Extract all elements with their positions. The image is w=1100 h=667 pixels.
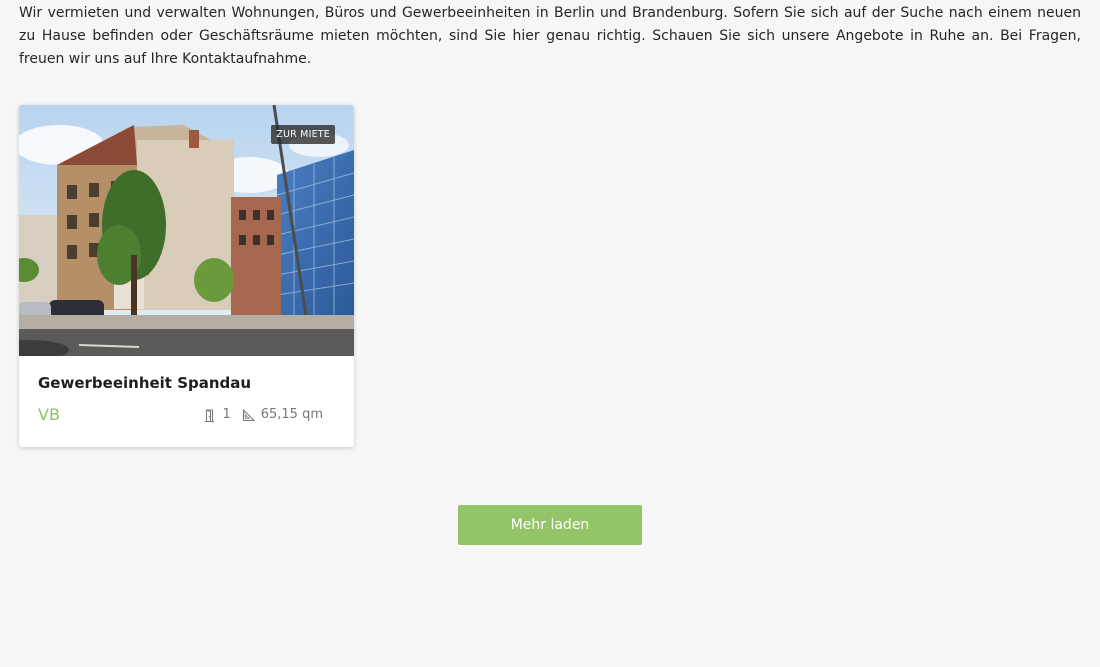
rooms-count: 1 (222, 407, 231, 422)
listing-card[interactable]: ZUR MIETE Gewerbeeinheit Spandau VB 1 65… (19, 105, 354, 447)
listing-meta: 1 65,15 qm (203, 406, 323, 424)
ruler-triangle-icon (242, 408, 255, 421)
rent-badge: ZUR MIETE (271, 125, 335, 144)
listing-title[interactable]: Gewerbeeinheit Spandau (38, 373, 251, 393)
door-icon (205, 409, 215, 422)
intro-text: Wir vermieten und verwalten Wohnungen, B… (19, 5, 1081, 67)
load-more-button[interactable]: Mehr laden (458, 505, 642, 545)
area-value: 65,15 qm (260, 407, 323, 422)
listing-price: VB (38, 405, 60, 424)
